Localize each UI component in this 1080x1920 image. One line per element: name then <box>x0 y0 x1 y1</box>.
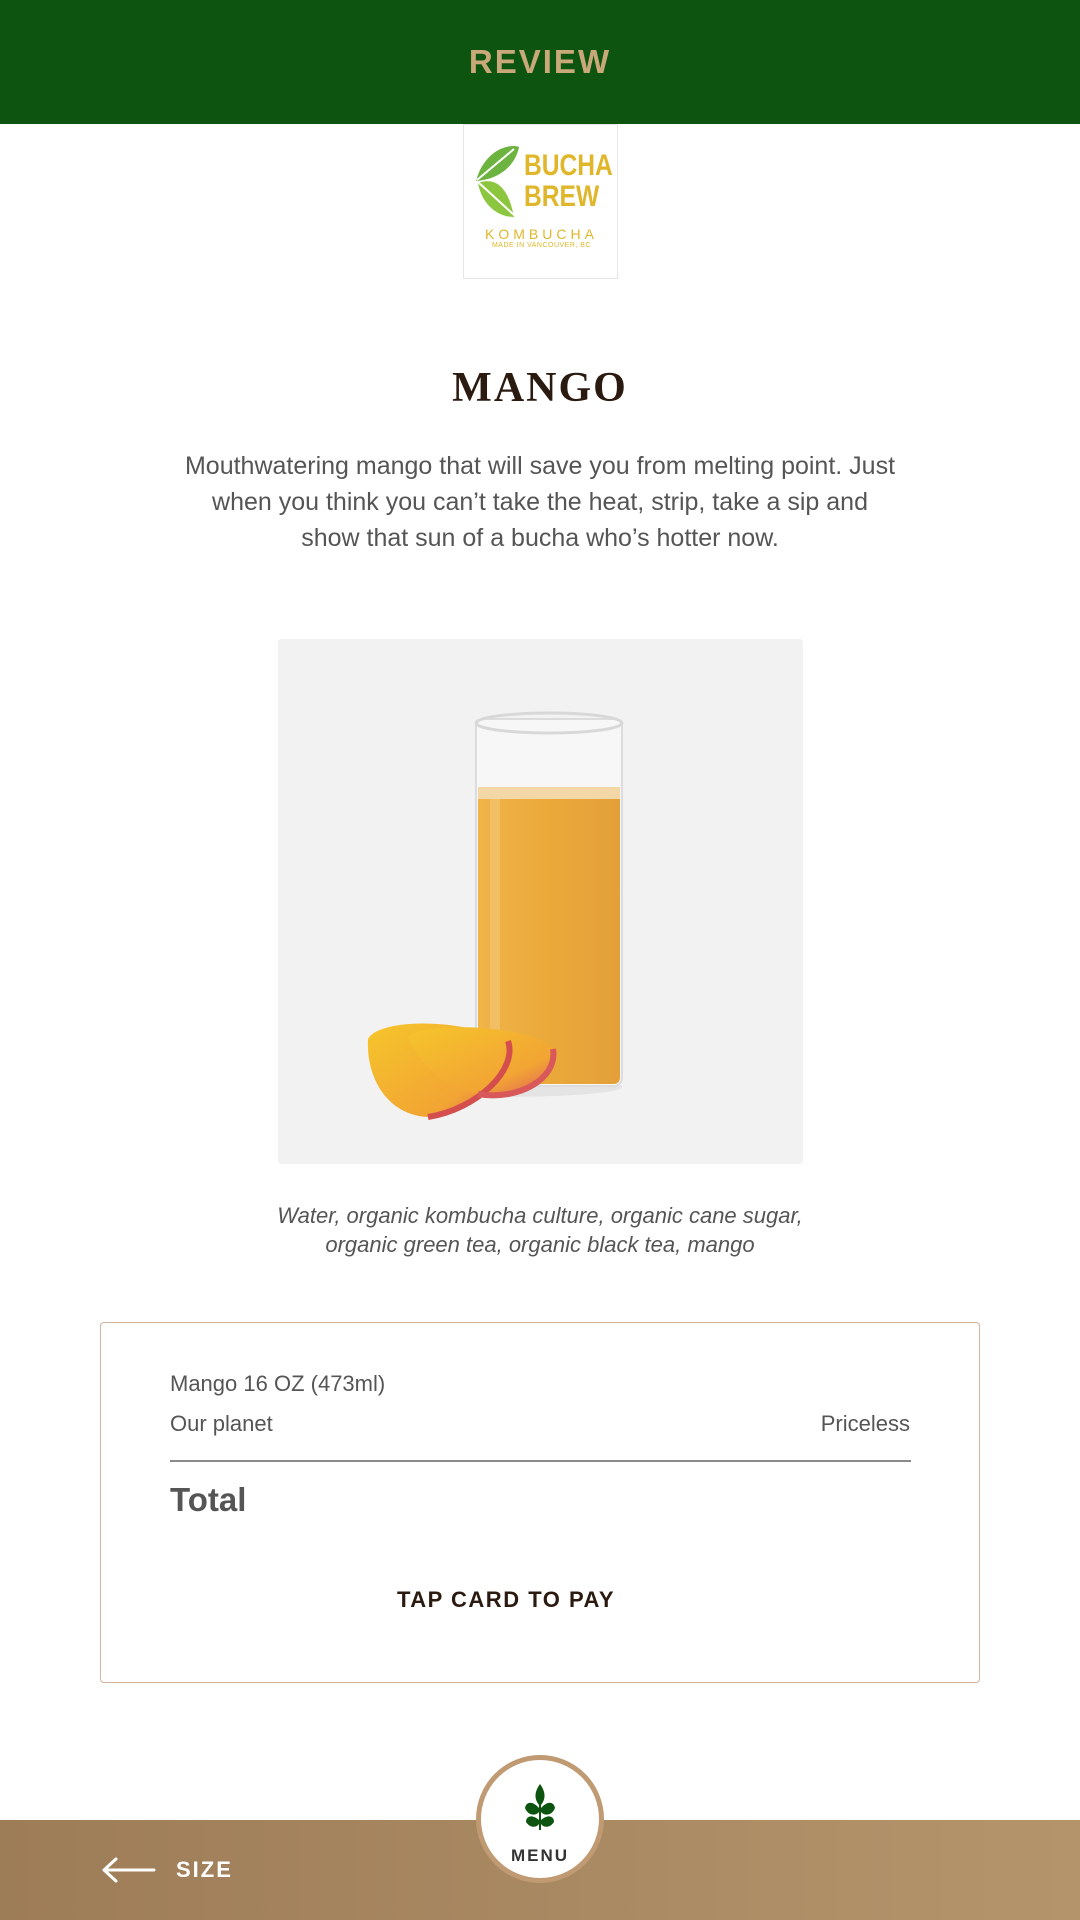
page-title: REVIEW <box>468 43 612 80</box>
product-name: MANGO <box>452 365 628 411</box>
planet-price: Priceless <box>820 1411 910 1436</box>
back-size-button[interactable]: SIZE <box>100 1850 233 1890</box>
planet-label: Our planet <box>170 1411 273 1436</box>
arrow-left-icon <box>102 1857 156 1883</box>
logo-subtitle: KOMBUCHA <box>485 226 598 242</box>
header-bar: REVIEW <box>0 0 1080 124</box>
order-line-item: Mango 16 OZ (473ml) <box>170 1371 386 1396</box>
product-description: Mouthwatering mango that will save you f… <box>184 452 896 552</box>
logo-text-line1: BUCHA <box>524 149 613 182</box>
ingredients-text: Water, organic kombucha culture, organic… <box>277 1203 803 1257</box>
logo-text-line2: BREW <box>524 180 600 213</box>
menu-label: MENU <box>510 1846 570 1865</box>
brand-logo: BUCHA BREW KOMBUCHA MADE IN VANCOUVER, B… <box>463 124 618 279</box>
tap-card-to-pay-button[interactable]: TAP CARD TO PAY <box>101 1587 911 1613</box>
order-summary-card: Mango 16 OZ (473ml) Our planet Priceless… <box>100 1322 980 1683</box>
logo-tagline: MADE IN VANCOUVER, BC <box>491 242 592 249</box>
back-label: SIZE <box>176 1857 233 1882</box>
divider <box>170 1460 911 1462</box>
product-photo <box>278 639 803 1164</box>
menu-button[interactable]: MENU <box>476 1755 604 1883</box>
plant-icon <box>525 1784 555 1830</box>
total-label: Total <box>170 1481 247 1518</box>
